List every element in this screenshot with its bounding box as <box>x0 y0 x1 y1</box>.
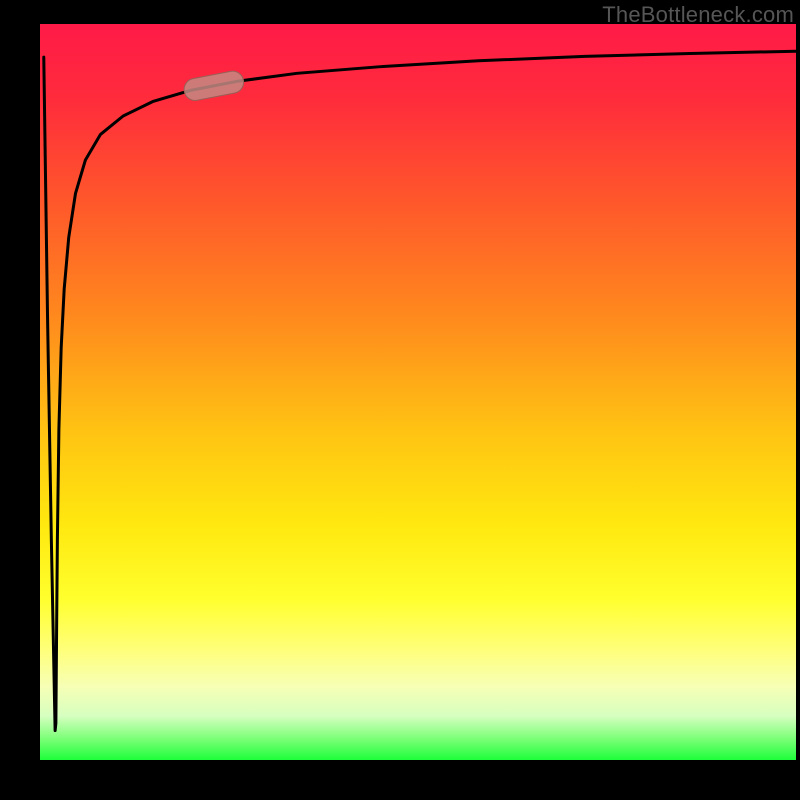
attribution-label: TheBottleneck.com <box>602 2 794 28</box>
chart-frame: TheBottleneck.com <box>0 0 800 800</box>
curve-layer <box>40 24 796 760</box>
bottleneck-curve <box>44 51 796 730</box>
plot-area <box>40 24 796 760</box>
highlight-pill <box>182 69 245 102</box>
